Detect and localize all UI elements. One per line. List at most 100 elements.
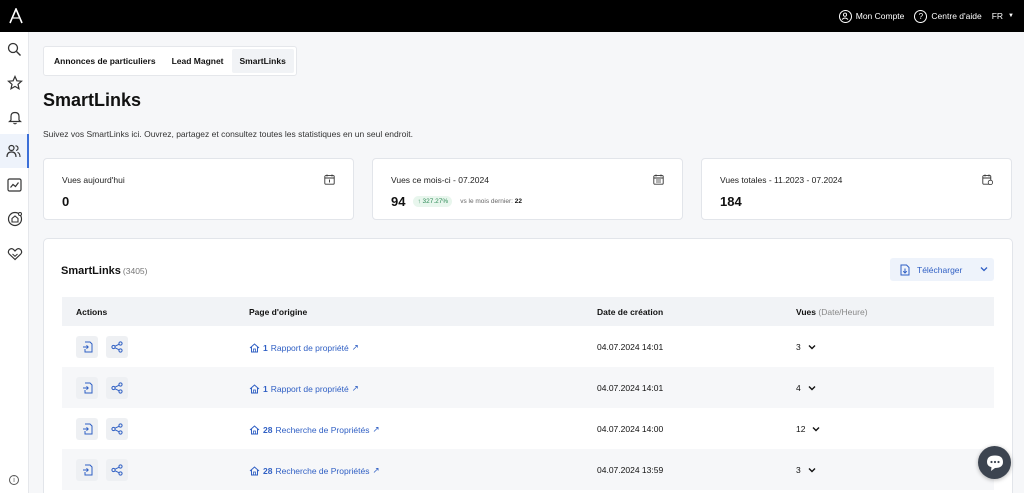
house-icon (249, 342, 260, 352)
help-center-button[interactable]: ? Centre d'aide (914, 9, 982, 23)
header-date: Date de création (597, 307, 664, 317)
views-dropdown[interactable]: 3 (796, 465, 816, 475)
external-link-icon: ↗ (351, 342, 359, 352)
open-document-icon (82, 423, 92, 435)
download-label: Télécharger (917, 264, 963, 275)
download-button[interactable]: Télécharger (890, 258, 994, 281)
chat-bubble-icon (986, 455, 1003, 471)
table-row: 1 Rapport de propriété ↗ 04.07.2024 14:0… (62, 367, 994, 408)
sidebar-item-analytics[interactable] (0, 168, 29, 202)
open-link-button[interactable] (76, 418, 98, 440)
table-title: SmartLinks (3405) (61, 265, 148, 277)
external-link-icon: ↗ (372, 424, 380, 434)
account-label: Mon Compte (855, 11, 905, 21)
house-icon (249, 465, 260, 475)
app-logo[interactable] (2, 0, 30, 32)
chevron-down-icon[interactable] (974, 265, 994, 274)
stat-card-today: Vues aujourd'hui 0 (43, 158, 354, 220)
open-document-icon (82, 341, 92, 353)
house-icon (249, 424, 260, 434)
date-cell: 04.07.2024 13:59 (597, 465, 664, 475)
share-icon (111, 464, 123, 476)
smartlinks-panel: SmartLinks (3405) Télécharger Actions Pag… (43, 238, 1013, 493)
chevron-down-icon (808, 468, 816, 473)
search-icon (7, 42, 21, 56)
stat-label: Vues ce mois-ci - 07.2024 (391, 175, 489, 185)
open-document-icon (82, 464, 92, 476)
sidebar-item-notifications[interactable] (0, 100, 29, 134)
download-file-icon (900, 264, 910, 275)
star-icon (6, 75, 23, 91)
stat-card-month: Vues ce mois-ci - 07.2024 94 ↑ 327.27% v… (372, 158, 683, 220)
open-link-button[interactable] (76, 336, 98, 358)
header-origin: Page d'origine (249, 307, 308, 317)
origin-link[interactable]: 1 Rapport de propriété ↗ (249, 383, 359, 394)
page-title: SmartLinks (43, 90, 142, 110)
users-icon (6, 144, 21, 158)
views-dropdown[interactable]: 4 (796, 383, 816, 393)
open-link-button[interactable] (76, 377, 98, 399)
tab-smartlinks[interactable]: SmartLinks (231, 49, 294, 73)
language-selector[interactable]: FR ▼ (992, 11, 1014, 21)
calendar-clock-icon (982, 174, 993, 185)
share-button[interactable] (106, 377, 128, 399)
sidebar-item-favorites[interactable] (0, 66, 29, 100)
language-label: FR (991, 11, 1004, 21)
calendar-icon (324, 174, 335, 185)
header-views: Vues (Date/Heure) (796, 307, 868, 317)
origin-link[interactable]: 28 Recherche de Propriétés ↗ (249, 424, 380, 435)
user-icon (838, 9, 852, 23)
origin-link[interactable]: 28 Recherche de Propriétés ↗ (249, 465, 380, 476)
open-link-button[interactable] (76, 459, 98, 481)
handshake-icon (7, 247, 22, 260)
share-icon (111, 423, 123, 435)
comparison-text: vs le mois dernier: 22 (460, 198, 522, 205)
header-actions: Actions (76, 307, 108, 317)
chart-icon (7, 178, 22, 192)
sidebar-item-properties[interactable] (0, 202, 29, 236)
stat-value: 94 ↑ 327.27% vs le mois dernier: 22 (391, 194, 522, 209)
table-count: (3405) (122, 266, 148, 276)
date-cell: 04.07.2024 14:01 (597, 383, 664, 393)
origin-link[interactable]: 1 Rapport de propriété ↗ (249, 342, 359, 353)
stat-label: Vues aujourd'hui (62, 175, 125, 185)
open-document-icon (82, 382, 92, 394)
views-dropdown[interactable]: 12 (796, 424, 820, 434)
tab-private-listings[interactable]: Annonces de particuliers (46, 49, 164, 73)
help-icon: ? (914, 9, 928, 23)
share-button[interactable] (106, 459, 128, 481)
house-icon (249, 383, 260, 393)
table-header: Actions Page d'origine Date de création … (62, 297, 994, 326)
share-button[interactable] (106, 418, 128, 440)
external-link-icon: ↗ (372, 465, 380, 475)
home-target-icon (7, 211, 22, 227)
external-link-icon: ↗ (351, 383, 359, 393)
stat-card-total: Vues totales - 11.2023 - 07.2024 184 (701, 158, 1012, 220)
table-row: 28 Recherche de Propriétés ↗ 04.07.2024 … (62, 449, 994, 490)
stat-value: 0 (62, 194, 70, 209)
account-button[interactable]: Mon Compte (838, 9, 905, 23)
chat-button[interactable] (978, 446, 1011, 479)
caret-down-icon: ▼ (1008, 13, 1014, 19)
stat-label: Vues totales - 11.2023 - 07.2024 (720, 175, 843, 185)
tab-bar: Annonces de particuliers Lead Magnet Sma… (43, 46, 297, 76)
views-dropdown[interactable]: 3 (796, 342, 816, 352)
bell-icon (7, 111, 22, 124)
main-content: Annonces de particuliers Lead Magnet Sma… (29, 32, 1024, 493)
stat-value: 184 (720, 194, 742, 209)
chevron-down-icon (808, 386, 816, 391)
help-label: Centre d'aide (931, 11, 982, 21)
sidebar-item-partners[interactable] (0, 236, 29, 270)
download-main[interactable]: Télécharger (890, 264, 974, 276)
share-button[interactable] (106, 336, 128, 358)
top-bar: Mon Compte ? Centre d'aide FR ▼ (0, 0, 1024, 32)
date-cell: 04.07.2024 14:00 (597, 424, 664, 434)
calendar-icon (653, 174, 664, 185)
chevron-down-icon (812, 427, 820, 432)
tab-lead-magnet[interactable]: Lead Magnet (164, 49, 232, 73)
sidebar-item-search[interactable] (0, 32, 29, 66)
table-row: 28 Recherche de Propriétés ↗ 04.07.2024 … (62, 408, 994, 449)
sidebar-item-contacts[interactable] (0, 134, 29, 168)
page-subtitle: Suivez vos SmartLinks ici. Ouvrez, parta… (43, 129, 413, 139)
info-icon[interactable]: i (9, 475, 19, 485)
